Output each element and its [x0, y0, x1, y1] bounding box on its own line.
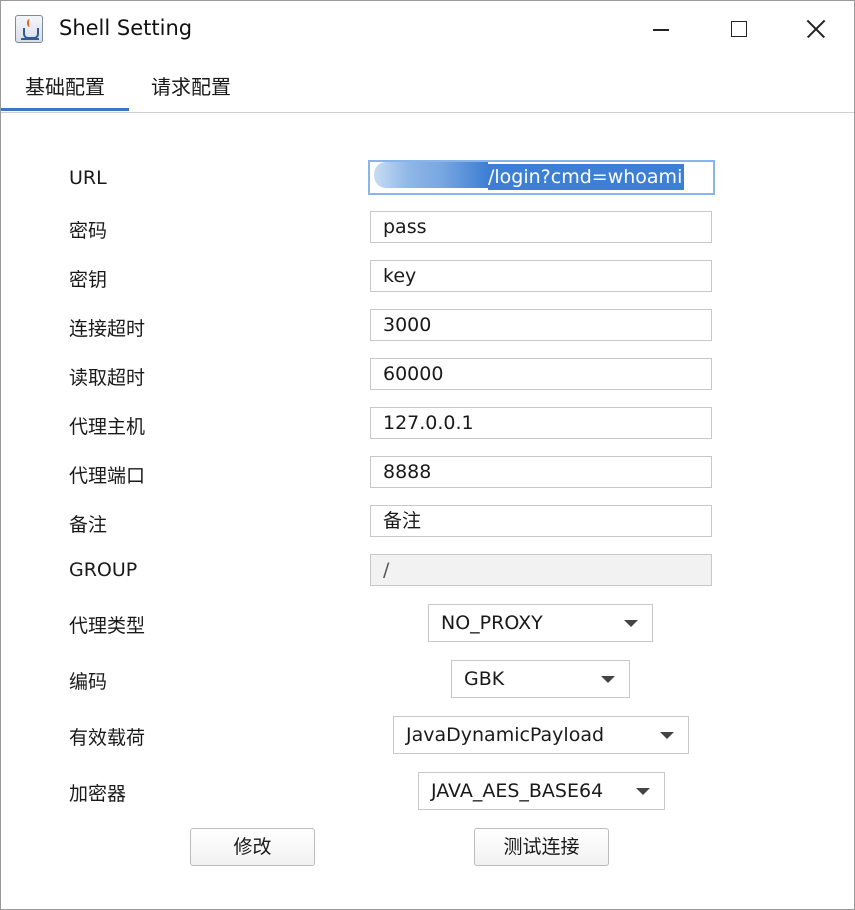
group-field: /	[370, 554, 712, 586]
password-field[interactable]: pass	[370, 211, 712, 243]
url-label: URL	[69, 167, 107, 189]
proxy-host-label: 代理主机	[69, 416, 146, 438]
payload-select[interactable]: JavaDynamicPayload	[393, 716, 689, 754]
chevron-down-icon	[624, 620, 638, 627]
tab-basic-config[interactable]: 基础配置	[1, 71, 129, 111]
tab-request-config[interactable]: 请求配置	[141, 71, 241, 111]
key-field[interactable]: key	[370, 260, 712, 292]
tab-bar: 基础配置 请求配置	[1, 57, 854, 113]
proxy-type-select[interactable]: NO_PROXY	[428, 604, 653, 642]
remark-label: 备注	[69, 514, 108, 536]
proxy-type-value: NO_PROXY	[441, 612, 543, 634]
read-timeout-label: 读取超时	[69, 367, 146, 389]
window-title: Shell Setting	[59, 16, 193, 40]
encoding-label: 编码	[69, 671, 108, 693]
connect-timeout-field[interactable]: 3000	[370, 309, 712, 341]
cryption-value: JAVA_AES_BASE64	[431, 780, 604, 802]
url-field[interactable]: /login?cmd=whoami	[368, 160, 715, 195]
chevron-down-icon	[636, 788, 650, 795]
chevron-down-icon	[601, 676, 615, 683]
cryption-select[interactable]: JAVA_AES_BASE64	[418, 772, 665, 810]
proxy-port-label: 代理端口	[69, 465, 146, 487]
cryption-label: 加密器	[69, 783, 127, 805]
java-cup-icon	[15, 15, 43, 43]
encoding-select[interactable]: GBK	[451, 660, 630, 698]
shell-setting-window: Shell Setting 基础配置 请求配置 URL /login?cmd=w…	[0, 0, 855, 910]
proxy-host-field[interactable]: 127.0.0.1	[370, 407, 712, 439]
test-connection-button[interactable]: 测试连接	[474, 828, 609, 866]
connect-timeout-label: 连接超时	[69, 318, 146, 340]
tab-label: 基础配置	[25, 75, 105, 99]
chevron-down-icon	[660, 732, 674, 739]
group-label: GROUP	[69, 559, 138, 581]
password-label: 密码	[69, 220, 108, 242]
key-label: 密钥	[69, 269, 108, 291]
read-timeout-field[interactable]: 60000	[370, 358, 712, 390]
encoding-value: GBK	[464, 668, 505, 690]
maximize-icon	[731, 21, 747, 37]
proxy-port-field[interactable]: 8888	[370, 456, 712, 488]
close-button[interactable]	[789, 1, 845, 57]
close-icon	[806, 19, 826, 39]
tab-label: 请求配置	[151, 75, 231, 99]
proxy-type-label: 代理类型	[69, 615, 146, 637]
remark-field[interactable]: 备注	[370, 505, 712, 537]
redacted-host	[374, 162, 488, 188]
payload-value: JavaDynamicPayload	[406, 724, 605, 746]
minimize-icon	[653, 29, 669, 31]
payload-label: 有效载荷	[69, 727, 146, 749]
modify-button[interactable]: 修改	[190, 828, 315, 866]
maximize-button[interactable]	[711, 1, 767, 57]
minimize-button[interactable]	[633, 1, 689, 57]
title-bar[interactable]: Shell Setting	[1, 1, 854, 57]
url-value: /login?cmd=whoami	[488, 164, 685, 190]
